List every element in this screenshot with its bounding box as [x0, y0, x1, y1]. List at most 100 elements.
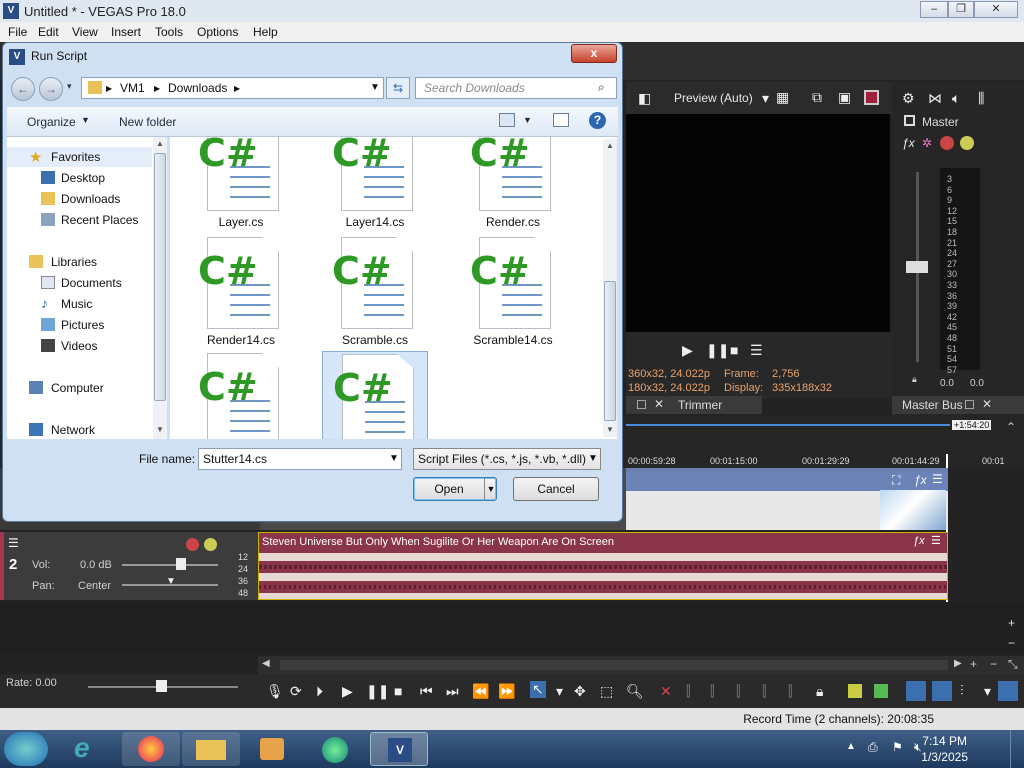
trimmer-close-icon[interactable]: ✕ — [654, 397, 664, 411]
auto-crossfade-icon[interactable] — [932, 681, 952, 701]
search-icon[interactable]: ⌕ — [598, 80, 605, 95]
nav-desktop[interactable]: Desktop — [7, 168, 152, 188]
selection-tool-icon[interactable]: ⬚ — [600, 683, 613, 700]
trimmer-tab[interactable]: ☐ ✕ Trimmer — [626, 396, 762, 414]
audio-fx-icon[interactable]: ƒx — [913, 535, 925, 547]
prev-frame-icon[interactable]: ⏪ — [472, 683, 489, 700]
open-split-chevron-icon[interactable]: ▼ — [484, 478, 497, 500]
zoom-out-time-icon[interactable]: − — [990, 657, 997, 671]
nav-network[interactable]: Network — [7, 420, 152, 440]
breadcrumb-separator-icon[interactable]: ▸ — [106, 81, 112, 95]
zoom-tool-icon[interactable]: 🔍︎ — [626, 683, 644, 700]
marker-icon[interactable] — [848, 684, 862, 698]
track-solo-icon[interactable] — [204, 538, 217, 551]
file-item[interactable]: C# Render.cs — [460, 137, 566, 231]
audio-track-header[interactable]: ☰ 2 Vol: 0.0 dB Pan: Center ▼ — [0, 532, 258, 600]
file-item[interactable]: C# Layer14.cs — [322, 137, 428, 231]
file-name-dropdown-icon[interactable]: ▼ — [389, 453, 399, 464]
preview-quality-dropdown[interactable]: Preview (Auto) — [674, 91, 753, 105]
zoom-in-time-icon[interactable]: + — [970, 657, 977, 671]
vegas-icon[interactable]: V — [370, 732, 428, 766]
pause-icon[interactable]: ❚❚ — [706, 342, 729, 359]
nav-libraries[interactable]: Libraries — [7, 252, 152, 272]
audio-event-menu-icon[interactable]: ☰ — [931, 534, 941, 547]
back-button[interactable]: ← — [11, 77, 35, 101]
event-fx-icon[interactable]: ƒx — [914, 473, 927, 487]
timeline-stop-icon[interactable]: ■ — [394, 683, 402, 699]
audio-event[interactable]: Steven Universe But Only When Sugilite O… — [258, 532, 948, 600]
nav-scroll-thumb[interactable] — [154, 153, 166, 401]
snapping-icon[interactable] — [906, 681, 926, 701]
tool-dropdown-icon[interactable]: ▾ — [556, 683, 563, 700]
file-name-combobox[interactable]: Stutter14.cs ▼ — [198, 448, 402, 470]
dock-icon[interactable]: ☐ — [964, 398, 975, 412]
mute-button-icon[interactable] — [940, 136, 954, 150]
internet-explorer-icon[interactable]: e — [60, 732, 118, 766]
downmix-icon[interactable]: ⋈ — [928, 90, 942, 107]
crop-icon[interactable]: ⛶ — [892, 473, 900, 488]
file-scroll-up-icon[interactable]: ▲ — [606, 141, 614, 150]
menu-options[interactable]: Options — [197, 25, 238, 39]
open-button[interactable]: Open ▼ — [413, 477, 497, 501]
automation-icon[interactable]: ✲ — [922, 136, 932, 150]
video-event-header[interactable]: ⛶ ƒx ☰ — [626, 471, 948, 491]
address-bar[interactable]: ▸ VM1 ▸ Downloads ▸ ▼ — [81, 77, 384, 99]
breadcrumb-vm1[interactable]: VM1 — [120, 81, 145, 95]
start-orb-icon[interactable] — [4, 732, 48, 766]
menu-edit[interactable]: Edit — [38, 25, 59, 39]
preview-device-icon[interactable]: ◧ — [638, 90, 651, 107]
timeline-play-icon[interactable]: ▶ — [342, 683, 353, 700]
dialog-close-button[interactable]: x — [571, 44, 617, 63]
search-input[interactable]: Search Downloads — [424, 81, 525, 95]
copy-snapshot-icon[interactable]: ⧉ — [812, 89, 822, 106]
empty-track-area[interactable]: + − — [0, 602, 1024, 654]
breadcrumb-downloads[interactable]: Downloads — [168, 81, 227, 95]
lock-icon[interactable]: 🔒︎ — [912, 374, 917, 385]
help-icon[interactable]: ? — [589, 112, 606, 129]
volume-slider-handle[interactable] — [176, 558, 186, 570]
file-explorer-icon[interactable] — [182, 732, 240, 766]
system-clock[interactable]: 7:14 PM 1/3/2025 — [921, 733, 968, 765]
nav-scroll-up-icon[interactable]: ▲ — [156, 139, 164, 148]
nav-favorites[interactable]: ★ Favorites — [7, 147, 152, 167]
ripple-icon[interactable]: ⫶ — [960, 682, 964, 699]
ignore-grouping-icon[interactable]: ⫿ — [788, 683, 792, 700]
breadcrumb-separator-icon[interactable]: ▸ — [234, 81, 240, 95]
region-icon[interactable] — [874, 684, 888, 698]
trim-end-icon[interactable]: ⫿ — [736, 683, 740, 700]
organize-button[interactable]: Organize — [27, 115, 76, 129]
master-checkbox-icon[interactable] — [904, 115, 915, 126]
audio-event-header[interactable]: Steven Universe But Only When Sugilite O… — [259, 533, 947, 553]
recent-locations-chevron-icon[interactable]: ▾ — [67, 81, 72, 92]
nav-scrollbar[interactable]: ▲ ▼ — [153, 137, 167, 439]
menu-tools[interactable]: Tools — [155, 25, 183, 39]
menu-help[interactable]: Help — [253, 25, 278, 39]
dock-icon[interactable]: ☐ — [636, 398, 647, 412]
menu-insert[interactable]: Insert — [111, 25, 141, 39]
go-to-start-icon[interactable]: ⏮ — [420, 683, 433, 700]
trim-icon[interactable]: ⫿ — [686, 683, 690, 700]
cancel-button[interactable]: Cancel — [513, 477, 599, 501]
stop-icon[interactable]: ■ — [730, 342, 738, 358]
ripple-dropdown-icon[interactable]: ▾ — [984, 683, 991, 700]
save-snapshot-icon[interactable]: ▣ — [838, 89, 851, 106]
solo-button-icon[interactable] — [960, 136, 974, 150]
scroll-thumb[interactable] — [280, 660, 948, 670]
app-icon[interactable] — [306, 732, 364, 766]
master-bus-tab[interactable]: Master Bus ☐ ✕ — [892, 396, 1024, 414]
nav-scroll-down-icon[interactable]: ▼ — [156, 425, 164, 434]
timeline-horizontal-scrollbar[interactable]: ◀ ▶ + − ⤡ — [258, 656, 1024, 674]
minimize-icon[interactable]: – — [920, 1, 948, 18]
preview-pane-icon[interactable] — [553, 113, 569, 127]
change-view-icon[interactable] — [499, 113, 515, 127]
show-hidden-icons-icon[interactable]: ▲ — [846, 741, 856, 752]
file-item[interactable]: C# Scramble.cs — [322, 235, 428, 349]
nav-recent-places[interactable]: Recent Places — [7, 210, 152, 230]
timeline-pause-icon[interactable]: ❚❚ — [366, 683, 389, 700]
zoom-out-icon[interactable]: − — [1008, 636, 1015, 650]
nav-pictures[interactable]: Pictures — [7, 315, 152, 335]
fx-icon[interactable]: ƒx — [902, 136, 915, 150]
breadcrumb-separator-icon[interactable]: ▸ — [154, 81, 160, 95]
file-type-dropdown-icon[interactable]: ▼ — [588, 453, 598, 464]
rate-slider-handle[interactable] — [156, 680, 167, 692]
